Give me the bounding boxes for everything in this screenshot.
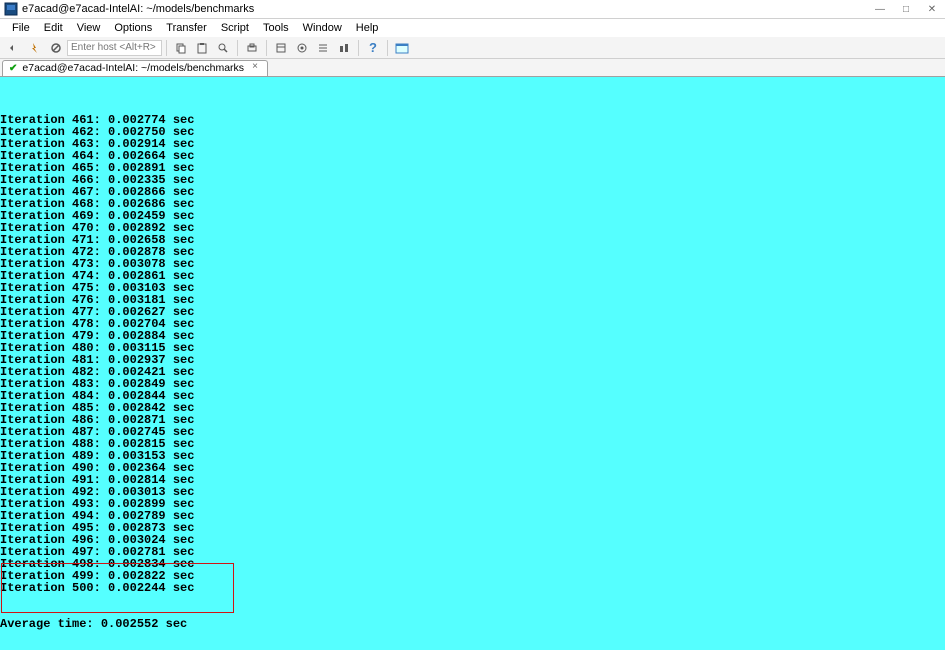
menu-transfer[interactable]: Transfer xyxy=(160,20,213,36)
list-icon[interactable] xyxy=(313,39,333,57)
iteration-line: Iteration 500: 0.002244 sec xyxy=(0,582,945,594)
menubar: File Edit View Options Transfer Script T… xyxy=(0,19,945,37)
menu-script[interactable]: Script xyxy=(215,20,255,36)
menu-file[interactable]: File xyxy=(6,20,36,36)
window-buttons: — □ ✕ xyxy=(867,1,945,18)
toolbar: ? xyxy=(0,37,945,59)
paste-icon[interactable] xyxy=(192,39,212,57)
connected-check-icon: ✔ xyxy=(9,63,17,74)
toggle-icon[interactable] xyxy=(334,39,354,57)
menu-edit[interactable]: Edit xyxy=(38,20,69,36)
close-button[interactable]: ✕ xyxy=(919,1,945,18)
help-icon[interactable]: ? xyxy=(363,39,383,57)
quick-connect-icon[interactable] xyxy=(25,39,45,57)
window-title: e7acad@e7acad-IntelAI: ~/models/benchmar… xyxy=(22,3,254,15)
toolbar-separator xyxy=(237,40,238,56)
find-icon[interactable] xyxy=(213,39,233,57)
toolbar-separator xyxy=(266,40,267,56)
reconnect-icon[interactable] xyxy=(4,39,24,57)
summary-avg-time: Average time: 0.002552 sec xyxy=(0,618,945,630)
print-icon[interactable] xyxy=(242,39,262,57)
copy-icon[interactable] xyxy=(171,39,191,57)
tab-close-icon[interactable]: × xyxy=(249,62,261,74)
menu-view[interactable]: View xyxy=(71,20,107,36)
titlebar: e7acad@e7acad-IntelAI: ~/models/benchmar… xyxy=(0,0,945,19)
menu-options[interactable]: Options xyxy=(108,20,158,36)
menu-help[interactable]: Help xyxy=(350,20,385,36)
disconnect-icon[interactable] xyxy=(46,39,66,57)
minimize-button[interactable]: — xyxy=(867,1,893,18)
terminal-output[interactable]: Iteration 461: 0.002774 secIteration 462… xyxy=(0,77,945,650)
toolbar-separator xyxy=(166,40,167,56)
session-tab[interactable]: ✔ e7acad@e7acad-IntelAI: ~/models/benchm… xyxy=(2,60,268,76)
menu-tools[interactable]: Tools xyxy=(257,20,295,36)
maximize-button[interactable]: □ xyxy=(893,1,919,18)
settings-icon[interactable] xyxy=(292,39,312,57)
toolbar-separator xyxy=(387,40,388,56)
properties-icon[interactable] xyxy=(271,39,291,57)
host-input[interactable] xyxy=(67,40,162,56)
menu-window[interactable]: Window xyxy=(297,20,348,36)
tabbar: ✔ e7acad@e7acad-IntelAI: ~/models/benchm… xyxy=(0,59,945,77)
app-icon xyxy=(4,2,18,16)
new-session-icon[interactable] xyxy=(392,39,412,57)
toolbar-separator xyxy=(358,40,359,56)
tab-label: e7acad@e7acad-IntelAI: ~/models/benchmar… xyxy=(22,62,244,74)
